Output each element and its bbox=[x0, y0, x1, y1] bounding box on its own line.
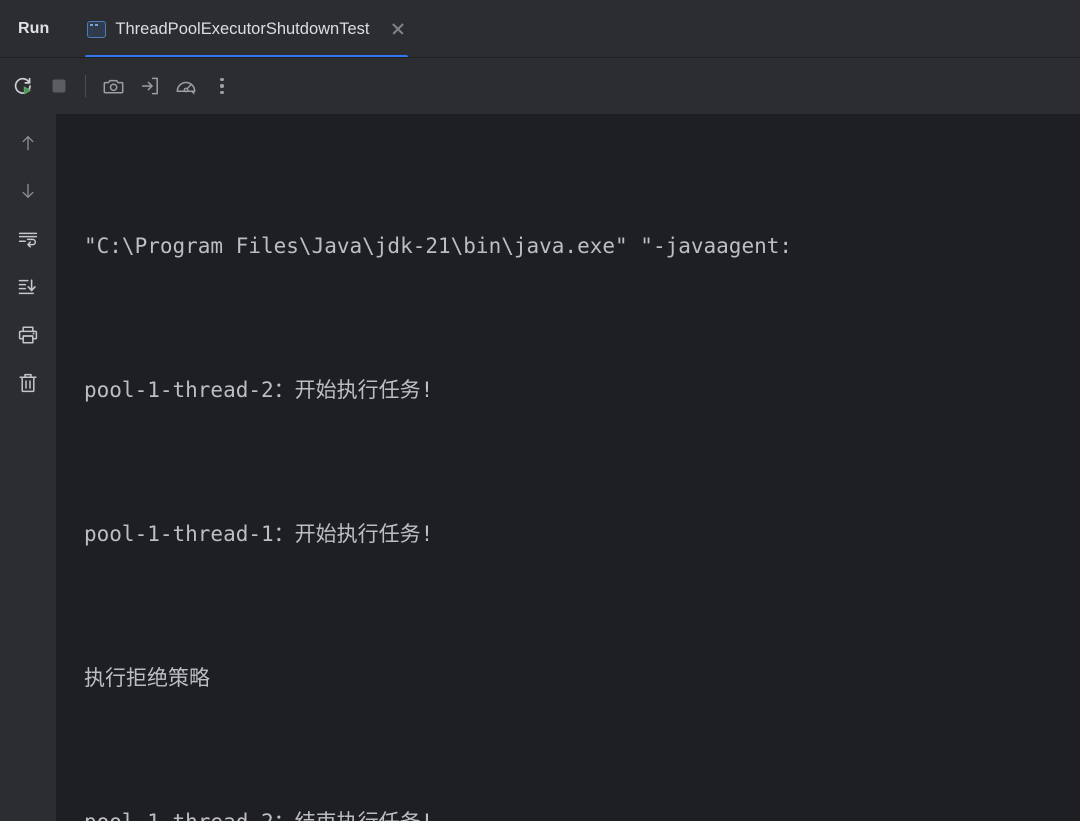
trash-icon bbox=[19, 373, 37, 393]
tab-threadpoolexecutorshutdowntest[interactable]: ThreadPoolExecutorShutdownTest bbox=[71, 0, 422, 58]
console-line: pool-1-thread-2：开始执行任务! bbox=[84, 378, 434, 402]
console-output[interactable]: "C:\Program Files\Java\jdk-21\bin\java.e… bbox=[56, 114, 1080, 821]
prev-occurrence-button[interactable] bbox=[11, 119, 45, 167]
profiler-button[interactable] bbox=[169, 69, 203, 103]
printer-icon bbox=[18, 326, 38, 344]
next-occurrence-button[interactable] bbox=[11, 167, 45, 215]
console-line: pool-1-thread-2：结束执行任务! bbox=[84, 798, 1080, 821]
close-icon[interactable] bbox=[390, 21, 406, 37]
rerun-icon bbox=[14, 77, 31, 95]
run-tool-window: Run ThreadPoolExecutorShutdownTest "C:\P… bbox=[0, 0, 1080, 821]
arrow-into-box-icon bbox=[141, 77, 158, 95]
stop-icon bbox=[52, 79, 66, 93]
screenshot-button[interactable] bbox=[97, 69, 131, 103]
run-header: Run ThreadPoolExecutorShutdownTest bbox=[0, 0, 1080, 58]
vertical-dots-icon bbox=[220, 77, 224, 95]
console-text: "C:\Program Files\Java\jdk-21\bin\java.e… bbox=[56, 126, 1080, 821]
console-line: "C:\Program Files\Java\jdk-21\bin\java.e… bbox=[84, 234, 793, 258]
console-gutter-toolbar bbox=[0, 114, 56, 821]
console-line: pool-1-thread-1：开始执行任务! bbox=[84, 522, 434, 546]
stop-button[interactable] bbox=[42, 69, 76, 103]
soft-wrap-button[interactable] bbox=[11, 215, 45, 263]
more-button[interactable] bbox=[205, 69, 239, 103]
gauge-icon bbox=[176, 81, 196, 95]
toolbar-divider bbox=[85, 75, 86, 97]
camera-icon bbox=[103, 79, 124, 94]
rerun-button[interactable] bbox=[6, 69, 40, 103]
print-button[interactable] bbox=[11, 311, 45, 359]
export-button[interactable] bbox=[133, 69, 167, 103]
console-area: "C:\Program Files\Java\jdk-21\bin\java.e… bbox=[0, 114, 1080, 821]
page-title: Run bbox=[18, 20, 50, 37]
scroll-to-end-button[interactable] bbox=[11, 263, 45, 311]
console-line: 执行拒绝策略 bbox=[84, 666, 210, 690]
clear-all-button[interactable] bbox=[11, 359, 45, 407]
scroll-to-end-icon bbox=[18, 279, 36, 295]
tab-label: ThreadPoolExecutorShutdownTest bbox=[115, 19, 370, 38]
run-toolbar bbox=[0, 58, 1080, 114]
console-icon bbox=[87, 20, 107, 38]
arrow-up-icon bbox=[22, 136, 34, 151]
arrow-down-icon bbox=[22, 183, 34, 198]
soft-wrap-icon bbox=[18, 232, 38, 248]
